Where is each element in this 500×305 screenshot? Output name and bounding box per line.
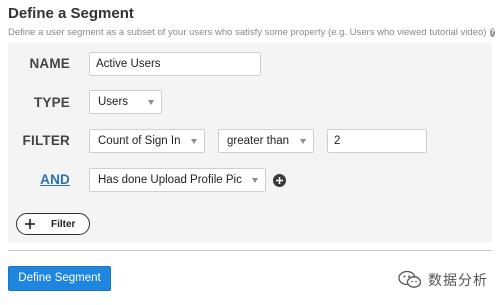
type-select-value: Users xyxy=(98,96,129,108)
filter-operator-select[interactable]: greater than xyxy=(218,129,314,153)
define-segment-page: Define a Segment Define a user segment a… xyxy=(0,0,500,305)
define-segment-button[interactable]: Define Segment xyxy=(8,266,111,291)
filter-metric-select[interactable]: Count of Sign In xyxy=(89,129,205,153)
add-filter-button[interactable]: Filter xyxy=(16,213,90,235)
chevron-down-icon xyxy=(191,139,197,144)
chevron-down-icon xyxy=(252,178,258,183)
and-condition-value: Has done Upload Profile Pic xyxy=(98,174,242,186)
chevron-down-icon xyxy=(148,100,154,105)
chevron-down-icon xyxy=(300,139,306,144)
add-circle-icon[interactable] xyxy=(273,174,286,187)
filter-operator-value: greater than xyxy=(227,135,290,147)
filter-metric-value: Count of Sign In xyxy=(98,135,181,147)
filter-label: FILTER xyxy=(22,133,70,148)
page-title: Define a Segment xyxy=(8,5,134,22)
watermark: 数据分析 xyxy=(398,268,488,292)
and-link[interactable]: AND xyxy=(40,172,70,187)
subtitle-text: Define a user segment as a subset of you… xyxy=(8,27,487,38)
plus-icon xyxy=(25,219,35,229)
divider xyxy=(8,250,492,251)
wechat-icon xyxy=(398,270,422,288)
type-select[interactable]: Users xyxy=(89,90,162,114)
name-label: NAME xyxy=(29,56,70,71)
help-icon[interactable]: ? xyxy=(490,28,495,37)
watermark-text: 数据分析 xyxy=(428,272,488,288)
add-filter-label: Filter xyxy=(51,218,76,230)
filter-value-input[interactable]: 2 xyxy=(327,129,427,153)
page-subtitle: Define a user segment as a subset of you… xyxy=(8,27,495,38)
type-label: TYPE xyxy=(33,95,70,110)
name-input[interactable]: Active Users xyxy=(89,52,261,76)
and-condition-select[interactable]: Has done Upload Profile Pic xyxy=(89,168,266,192)
